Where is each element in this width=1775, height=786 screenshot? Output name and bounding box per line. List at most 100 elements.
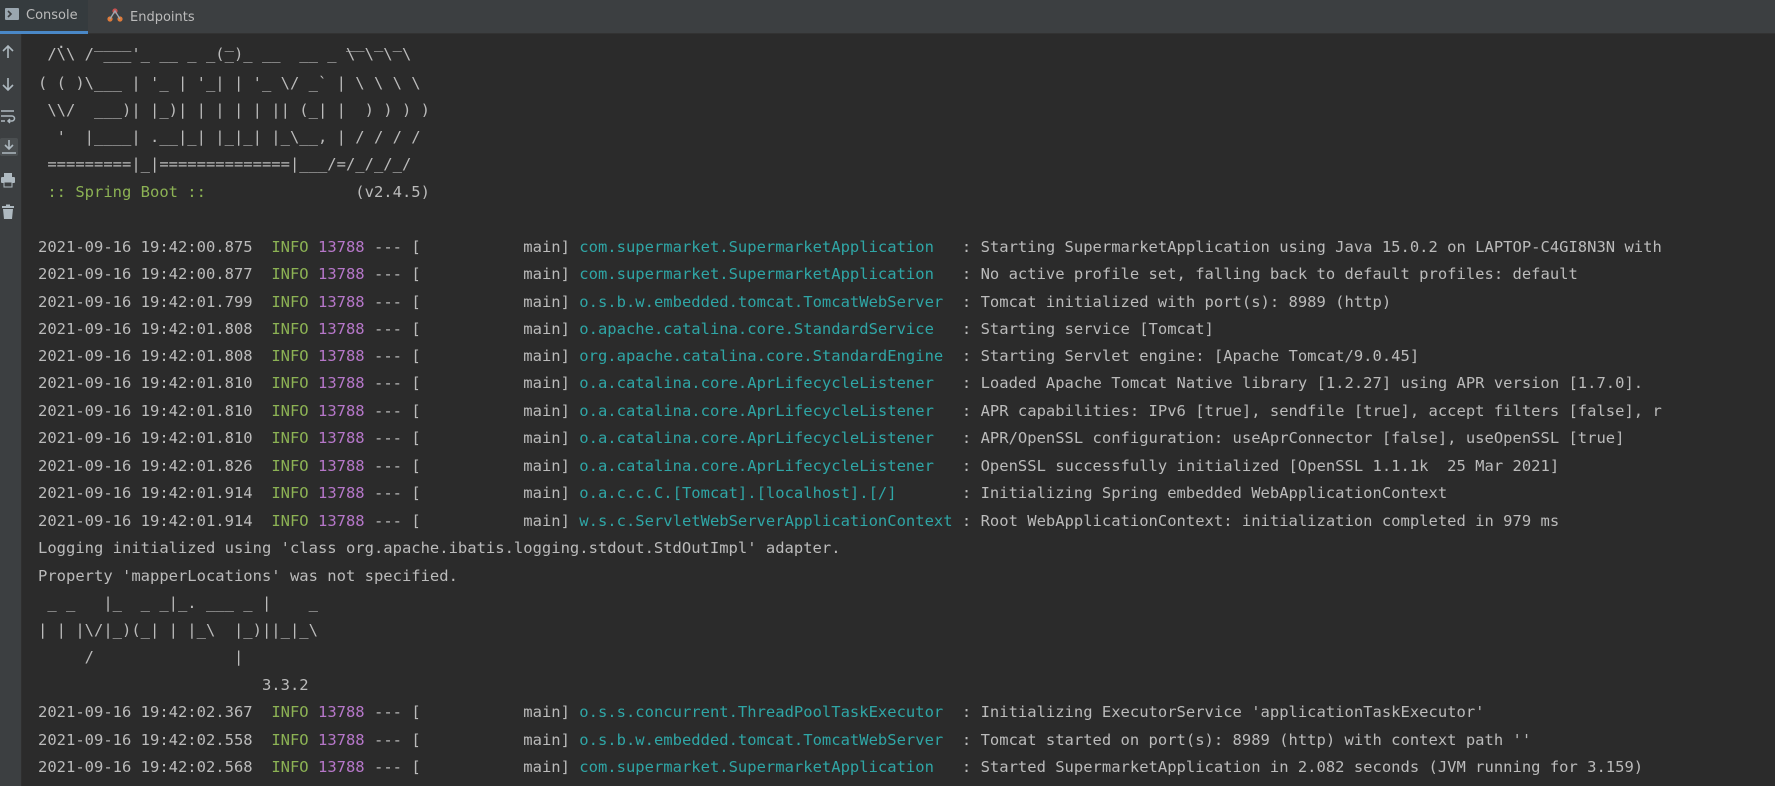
log-level: INFO	[271, 731, 309, 749]
log-thread: --- [ main]	[364, 484, 580, 502]
log-message: : Initializing Spring embedded WebApplic…	[952, 484, 1448, 502]
log-timestamp: 2021-09-16 19:42:01.808	[38, 320, 253, 338]
log-message: : Started SupermarketApplication in 2.08…	[952, 758, 1644, 776]
log-thread: --- [ main]	[364, 238, 580, 256]
log-logger: com.supermarket.SupermarketApplication	[579, 265, 953, 283]
log-pid: 13788	[317, 512, 365, 530]
log-logger: o.a.c.c.C.[Tomcat].[localhost].[/]	[579, 484, 953, 502]
mybatis-version-line: 3.3.2	[38, 676, 318, 694]
log-pid: 13788	[317, 374, 365, 392]
log-timestamp: 2021-09-16 19:42:02.568	[38, 758, 253, 776]
log-logger: com.supermarket.SupermarketApplication	[579, 758, 953, 776]
log-level: INFO	[271, 429, 309, 447]
log-line: 2021-09-16 19:42:00.875 INFO 13788 --- […	[38, 237, 1662, 257]
log-message: : Starting service [Tomcat]	[952, 320, 1214, 338]
spring-banner-line: /\\ / ___'_ __ _ _(_)_ __ __ _ \ \ \ \	[38, 45, 412, 63]
log-line: 2021-09-16 19:42:01.810 INFO 13788 --- […	[38, 428, 1624, 448]
clear-all-icon[interactable]	[0, 204, 16, 220]
log-level: INFO	[271, 374, 309, 392]
log-timestamp: 2021-09-16 19:42:01.810	[38, 402, 253, 420]
scroll-up-icon[interactable]	[0, 44, 16, 60]
log-timestamp: 2021-09-16 19:42:01.826	[38, 457, 253, 475]
log-message: : Starting Servlet engine: [Apache Tomca…	[952, 347, 1420, 365]
log-line: 2021-09-16 19:42:01.826 INFO 13788 --- […	[38, 456, 1559, 476]
log-message: : Loaded Apache Tomcat Native library [1…	[952, 374, 1644, 392]
terminal-icon	[4, 6, 20, 26]
spring-boot-label: :: Spring Boot ::	[38, 183, 216, 201]
log-timestamp: 2021-09-16 19:42:01.914	[38, 484, 253, 502]
log-pid: 13788	[317, 320, 365, 338]
log-pid: 13788	[317, 703, 365, 721]
console-output[interactable]: . ____ _ __ _ _ /\\ / ___'_ __ _ _(_)_ _…	[38, 44, 1768, 784]
log-line: 2021-09-16 19:42:01.914 INFO 13788 --- […	[38, 511, 1559, 531]
log-logger: o.a.catalina.core.AprLifecycleListener	[579, 429, 953, 447]
tab-console[interactable]: Console	[0, 0, 88, 34]
console-toolbar	[0, 34, 22, 786]
log-message: : Tomcat initialized with port(s): 8989 …	[952, 293, 1392, 311]
log-timestamp: 2021-09-16 19:42:02.558	[38, 731, 253, 749]
log-level: INFO	[271, 402, 309, 420]
log-timestamp: 2021-09-16 19:42:01.799	[38, 293, 253, 311]
log-line: 2021-09-16 19:42:00.877 INFO 13788 --- […	[38, 264, 1578, 284]
log-message: : Tomcat started on port(s): 8989 (http)…	[952, 731, 1532, 749]
tab-endpoints-label: Endpoints	[130, 9, 195, 25]
spring-banner-line: =========|_|==============|___/=/_/_/_/	[38, 155, 412, 173]
log-level: INFO	[271, 320, 309, 338]
plain-log-line: Property 'mapperLocations' was not speci…	[38, 567, 458, 585]
log-pid: 13788	[317, 265, 365, 283]
log-timestamp: 2021-09-16 19:42:01.810	[38, 429, 253, 447]
log-logger: o.a.catalina.core.AprLifecycleListener	[579, 457, 953, 475]
log-thread: --- [ main]	[364, 703, 580, 721]
log-thread: --- [ main]	[364, 347, 580, 365]
run-tool-window: Console Endpoints /\\ / ___'_ __ _ _(_)_…	[0, 0, 1775, 786]
log-message: : APR capabilities: IPv6 [true], sendfil…	[952, 402, 1662, 420]
log-level: INFO	[271, 265, 309, 283]
log-timestamp: 2021-09-16 19:42:01.808	[38, 347, 253, 365]
log-pid: 13788	[317, 238, 365, 256]
log-level: INFO	[271, 484, 309, 502]
print-icon[interactable]	[0, 172, 16, 188]
log-pid: 13788	[317, 457, 365, 475]
log-pid: 13788	[317, 731, 365, 749]
tab-console-label: Console	[26, 8, 78, 23]
log-thread: --- [ main]	[364, 320, 580, 338]
log-thread: --- [ main]	[364, 293, 580, 311]
mybatis-banner-line: | | |\/|_)(_| | |_\ |_)||_|_\	[38, 621, 328, 639]
log-message: : No active profile set, falling back to…	[952, 265, 1578, 283]
log-pid: 13788	[317, 758, 365, 776]
log-thread: --- [ main]	[364, 429, 580, 447]
spring-banner-line: \\/ ___)| |_)| | | | | || (_| | ) ) ) )	[38, 101, 430, 119]
log-timestamp: 2021-09-16 19:42:01.914	[38, 512, 253, 530]
log-message: : Starting SupermarketApplication using …	[952, 238, 1662, 256]
tab-bar: Console Endpoints	[0, 0, 1775, 34]
log-line: 2021-09-16 19:42:02.367 INFO 13788 --- […	[38, 702, 1485, 722]
scroll-down-icon[interactable]	[0, 76, 16, 92]
spring-boot-version: (v2.4.5)	[215, 183, 430, 201]
log-thread: --- [ main]	[364, 374, 580, 392]
log-thread: --- [ main]	[364, 457, 580, 475]
mybatis-banner-line: / |	[38, 648, 328, 666]
log-pid: 13788	[317, 402, 365, 420]
log-pid: 13788	[317, 429, 365, 447]
log-pid: 13788	[317, 347, 365, 365]
log-line: 2021-09-16 19:42:01.810 INFO 13788 --- […	[38, 373, 1643, 393]
log-level: INFO	[271, 703, 309, 721]
log-logger: o.a.catalina.core.AprLifecycleListener	[579, 374, 953, 392]
scroll-to-end-icon[interactable]	[0, 138, 18, 156]
log-level: INFO	[271, 457, 309, 475]
log-message: : Root WebApplicationContext: initializa…	[952, 512, 1560, 530]
endpoints-icon	[106, 7, 124, 27]
log-pid: 13788	[317, 293, 365, 311]
log-line: 2021-09-16 19:42:02.558 INFO 13788 --- […	[38, 730, 1531, 750]
log-level: INFO	[271, 293, 309, 311]
log-level: INFO	[271, 238, 309, 256]
log-level: INFO	[271, 758, 309, 776]
log-thread: --- [ main]	[364, 512, 580, 530]
soft-wrap-icon[interactable]	[0, 108, 16, 124]
tab-endpoints[interactable]: Endpoints	[98, 0, 203, 34]
spring-boot-version-line: :: Spring Boot :: (v2.4.5)	[38, 182, 430, 202]
log-line: 2021-09-16 19:42:01.808 INFO 13788 --- […	[38, 346, 1419, 366]
log-timestamp: 2021-09-16 19:42:02.367	[38, 703, 253, 721]
log-logger: o.s.s.concurrent.ThreadPoolTaskExecutor	[579, 703, 953, 721]
log-message: : Initializing ExecutorService 'applicat…	[952, 703, 1485, 721]
